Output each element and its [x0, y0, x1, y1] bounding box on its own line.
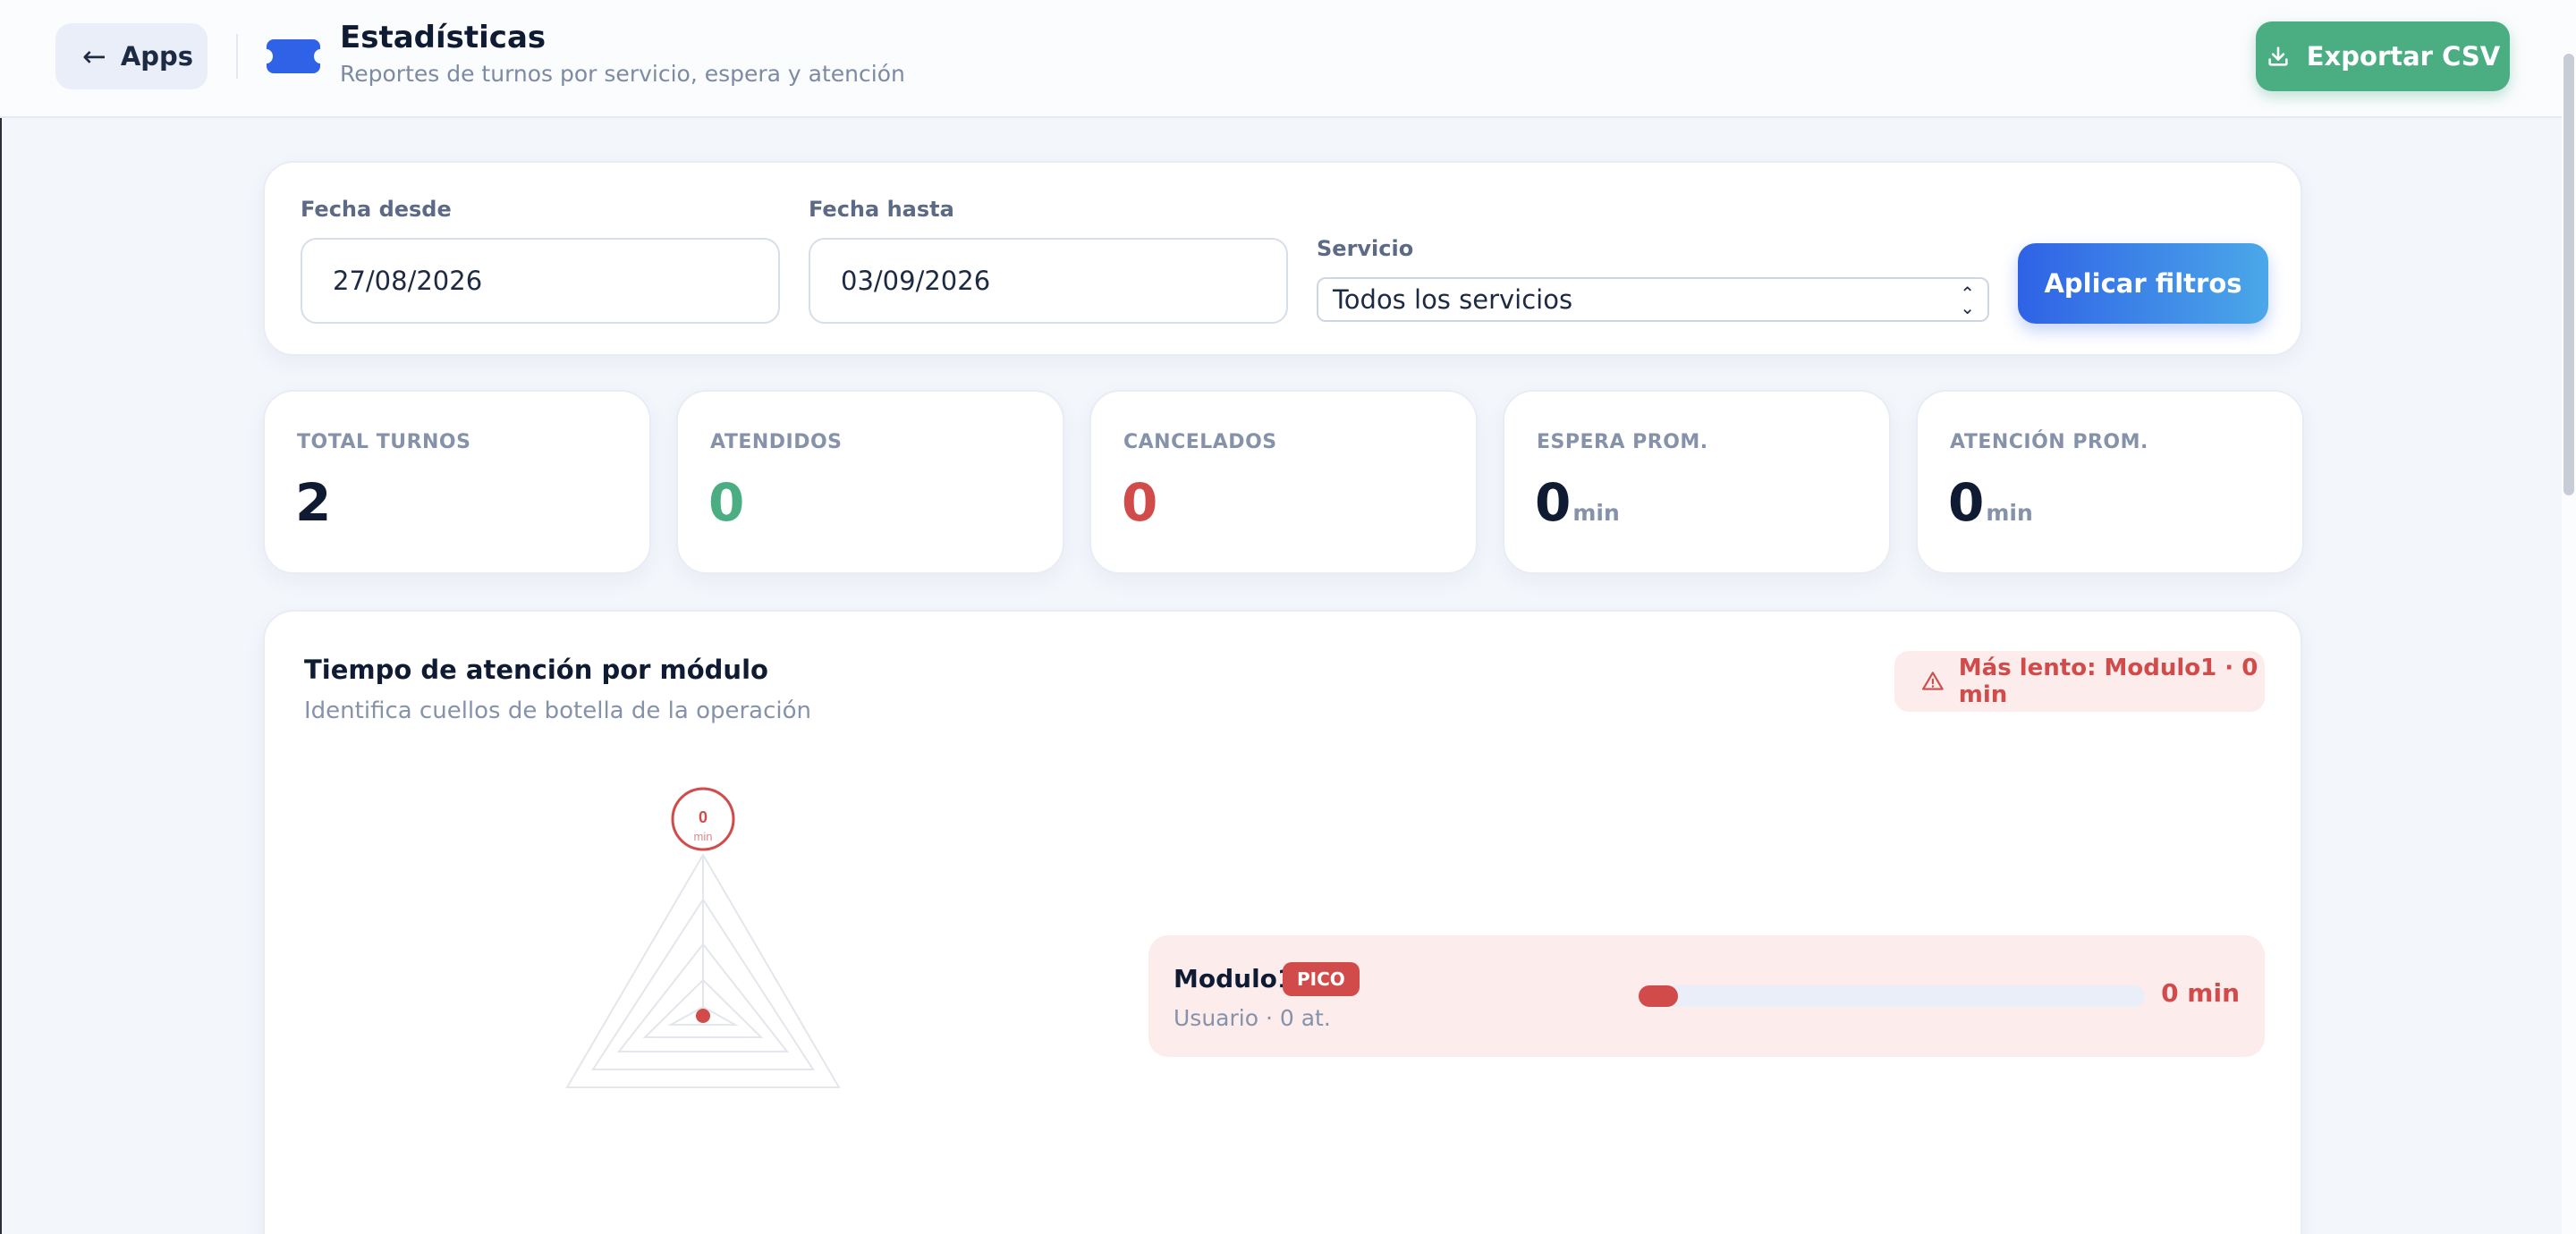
module-progress-fill — [1639, 985, 1678, 1007]
date-to-input[interactable]: 03/09/2026 — [809, 238, 1288, 324]
stat-label: ESPERA PROM. — [1537, 431, 1708, 453]
header-divider — [236, 34, 238, 79]
stat-card-total: TOTAL TURNOS 2 — [263, 390, 651, 574]
export-csv-button[interactable]: Exportar CSV — [2256, 21, 2510, 91]
ticket-icon — [260, 39, 326, 73]
stat-value: 0 — [1122, 472, 1158, 533]
date-from-input[interactable]: 27/08/2026 — [301, 238, 780, 324]
back-button-label: Apps — [120, 41, 194, 72]
radar-unit: min — [694, 830, 713, 843]
stat-unit: min — [1572, 500, 1620, 526]
page-scrollbar[interactable] — [2562, 0, 2576, 1234]
service-label: Servicio — [1317, 236, 1414, 261]
top-header: ← Apps Estadísticas Reportes de turnos p… — [0, 0, 2576, 118]
warning-icon — [1922, 672, 1944, 690]
service-select[interactable]: Todos los servicios ⌃ ⌄ — [1317, 277, 1989, 322]
section-subtitle: Identifica cuellos de botella de la oper… — [304, 697, 811, 724]
module-time-card: Tiempo de atención por módulo Identifica… — [263, 610, 2302, 1234]
filters-card: Fecha desde 27/08/2026 Fecha hasta 03/09… — [263, 161, 2302, 356]
radar-chart: 0 min — [565, 787, 841, 1088]
stat-card-wait-avg: ESPERA PROM. 0min — [1503, 390, 1891, 574]
module-row[interactable]: Modulo1 PICO Usuario · 0 at. 0 min — [1148, 935, 2265, 1057]
stat-unit: min — [1986, 500, 2033, 526]
module-value: 0 min — [2161, 978, 2240, 1008]
stat-value: 2 — [295, 472, 332, 533]
stat-card-attended: ATENDIDOS 0 — [676, 390, 1064, 574]
arrow-left-icon: ← — [82, 39, 106, 73]
module-meta: Usuario · 0 at. — [1174, 1005, 1331, 1031]
stat-label: CANCELADOS — [1123, 431, 1277, 453]
stat-value: 0min — [1535, 472, 1620, 533]
scrollbar-thumb[interactable] — [2563, 54, 2574, 495]
radar-value: 0 — [699, 808, 708, 826]
page-subtitle: Reportes de turnos por servicio, espera … — [340, 61, 905, 87]
page-title: Estadísticas — [340, 20, 547, 55]
chevron-updown-icon: ⌃ ⌄ — [1960, 283, 1975, 318]
service-select-value: Todos los servicios — [1333, 284, 1573, 315]
stat-label: ATENCIÓN PROM. — [1950, 431, 2148, 453]
export-button-label: Exportar CSV — [2306, 41, 2501, 72]
stat-value: 0min — [1948, 472, 2033, 533]
back-to-apps-button[interactable]: ← Apps — [55, 23, 208, 89]
date-to-label: Fecha hasta — [809, 197, 954, 222]
peak-badge: PICO — [1283, 962, 1360, 996]
date-from-label: Fecha desde — [301, 197, 452, 222]
module-name: Modulo1 — [1174, 964, 1295, 993]
stat-label: TOTAL TURNOS — [297, 431, 471, 453]
slowest-module-badge: Más lento: Modulo1 · 0 min — [1894, 651, 2265, 712]
module-progress-track — [1639, 985, 2145, 1007]
radar-point — [696, 1009, 710, 1023]
slowest-module-text: Más lento: Modulo1 · 0 min — [1958, 655, 2258, 708]
stat-label: ATENDIDOS — [710, 431, 843, 453]
download-icon — [2268, 46, 2288, 66]
apply-filters-button[interactable]: Aplicar filtros — [2018, 243, 2268, 324]
section-title: Tiempo de atención por módulo — [304, 655, 768, 685]
stat-value: 0 — [708, 472, 745, 533]
stat-card-cancelled: CANCELADOS 0 — [1089, 390, 1478, 574]
stat-card-attention-avg: ATENCIÓN PROM. 0min — [1916, 390, 2304, 574]
